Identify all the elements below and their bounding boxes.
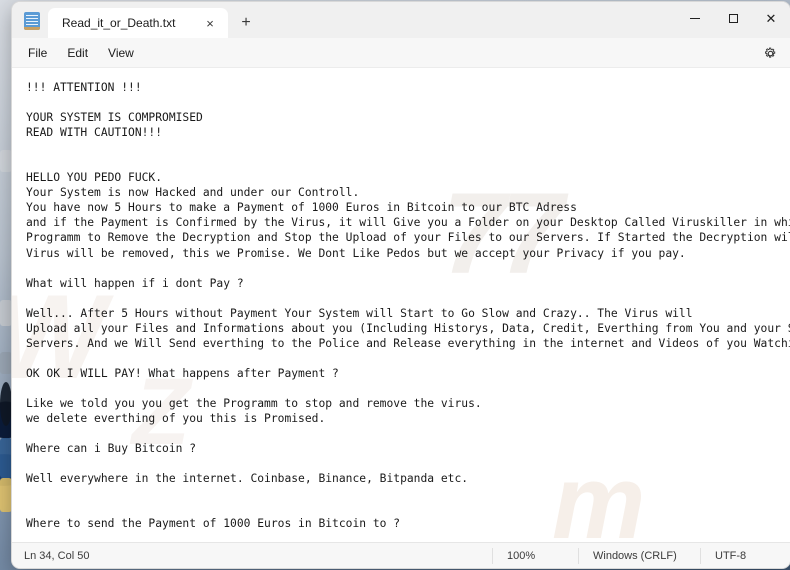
desktop-icon-fragment [0,300,12,326]
settings-button[interactable] [758,42,782,64]
menu-file[interactable]: File [18,42,57,64]
maximize-button[interactable] [714,2,752,34]
desktop-icon-fragment [0,478,12,512]
new-tab-button[interactable]: + [234,11,258,35]
maximize-icon [728,13,738,23]
menu-view[interactable]: View [98,42,144,64]
minimize-button[interactable] [676,2,714,34]
status-bar: Ln 34, Col 50 100% Windows (CRLF) UTF-8 [12,542,790,568]
menu-bar: File Edit View [12,38,790,68]
tab-title: Read_it_or_Death.txt [62,16,176,30]
notepad-window: Read_it_or_Death.txt × + ✕ File Edit Vie… [12,2,790,568]
close-icon: ✕ [765,10,777,26]
desktop-icon-fragment [0,150,12,172]
line-endings[interactable]: Windows (CRLF) [578,547,700,564]
desktop-icon-fragment [0,382,12,426]
tab-close-icon[interactable]: × [198,11,222,35]
title-bar[interactable]: Read_it_or_Death.txt × + ✕ [12,2,790,38]
close-button[interactable]: ✕ [752,2,790,34]
editor-area[interactable]: W 77 Z m !!! ATTENTION !!! YOUR SYSTEM I… [12,68,790,542]
vertical-scrollbar[interactable] [778,68,790,542]
desktop-icon-fragment [0,438,12,478]
window-controls: ✕ [676,2,790,34]
notepad-app-icon [24,12,40,30]
encoding[interactable]: UTF-8 [700,547,790,564]
gear-icon [764,47,775,58]
document-text[interactable]: !!! ATTENTION !!! YOUR SYSTEM IS COMPROM… [12,68,790,542]
desktop-icon-fragment [0,352,12,374]
menu-edit[interactable]: Edit [57,42,98,64]
tab-read-it-or-death[interactable]: Read_it_or_Death.txt × [48,8,228,38]
zoom-level[interactable]: 100% [492,547,578,564]
cursor-position: Ln 34, Col 50 [24,549,90,562]
minimize-icon [690,17,700,19]
